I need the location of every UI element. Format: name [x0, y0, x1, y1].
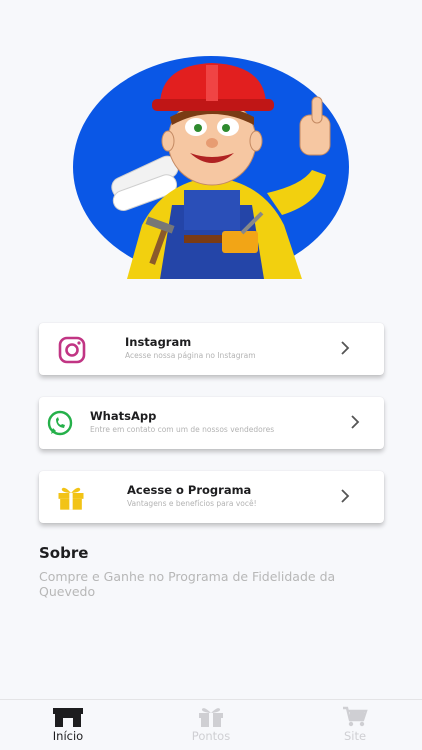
whatsapp-card-subtitle: Entre em contato com um de nossos vended… — [90, 425, 275, 434]
construction-worker-mascot-image — [73, 56, 349, 279]
whatsapp-card-title: WhatsApp — [90, 409, 157, 423]
whatsapp-card[interactable]: WhatsApp Entre em contato com um de noss… — [39, 397, 384, 449]
tab-site-label: Site — [343, 729, 367, 743]
tab-pontos[interactable]: Pontos — [171, 706, 251, 743]
chevron-right-icon — [341, 489, 350, 503]
bottom-tab-bar: Início Pontos Site — [0, 699, 422, 750]
tab-inicio-label: Início — [52, 729, 84, 743]
chevron-right-icon — [341, 341, 350, 355]
tab-pontos-label: Pontos — [191, 729, 231, 743]
about-title: Sobre — [39, 544, 89, 562]
about-text: Compre e Ganhe no Programa de Fidelidade… — [39, 569, 336, 599]
whatsapp-icon — [45, 409, 75, 439]
chevron-right-icon — [351, 415, 360, 429]
store-icon — [53, 708, 83, 727]
instagram-card-title: Instagram — [125, 335, 192, 349]
instagram-icon — [57, 335, 87, 365]
tab-site[interactable]: Site — [315, 706, 395, 743]
gift-icon — [199, 708, 223, 727]
brand-logo — [72, 55, 350, 279]
program-card[interactable]: Acesse o Programa Vantagens e benefícios… — [39, 471, 384, 523]
program-card-subtitle: Vantagens e benefícios para você! — [127, 499, 257, 508]
tab-inicio[interactable]: Início — [28, 706, 108, 743]
cart-icon — [343, 706, 368, 727]
gift-icon — [56, 483, 86, 513]
instagram-card-subtitle: Acesse nossa página no Instagram — [125, 351, 256, 360]
instagram-card[interactable]: Instagram Acesse nossa página no Instagr… — [39, 323, 384, 375]
program-card-title: Acesse o Programa — [127, 483, 252, 497]
